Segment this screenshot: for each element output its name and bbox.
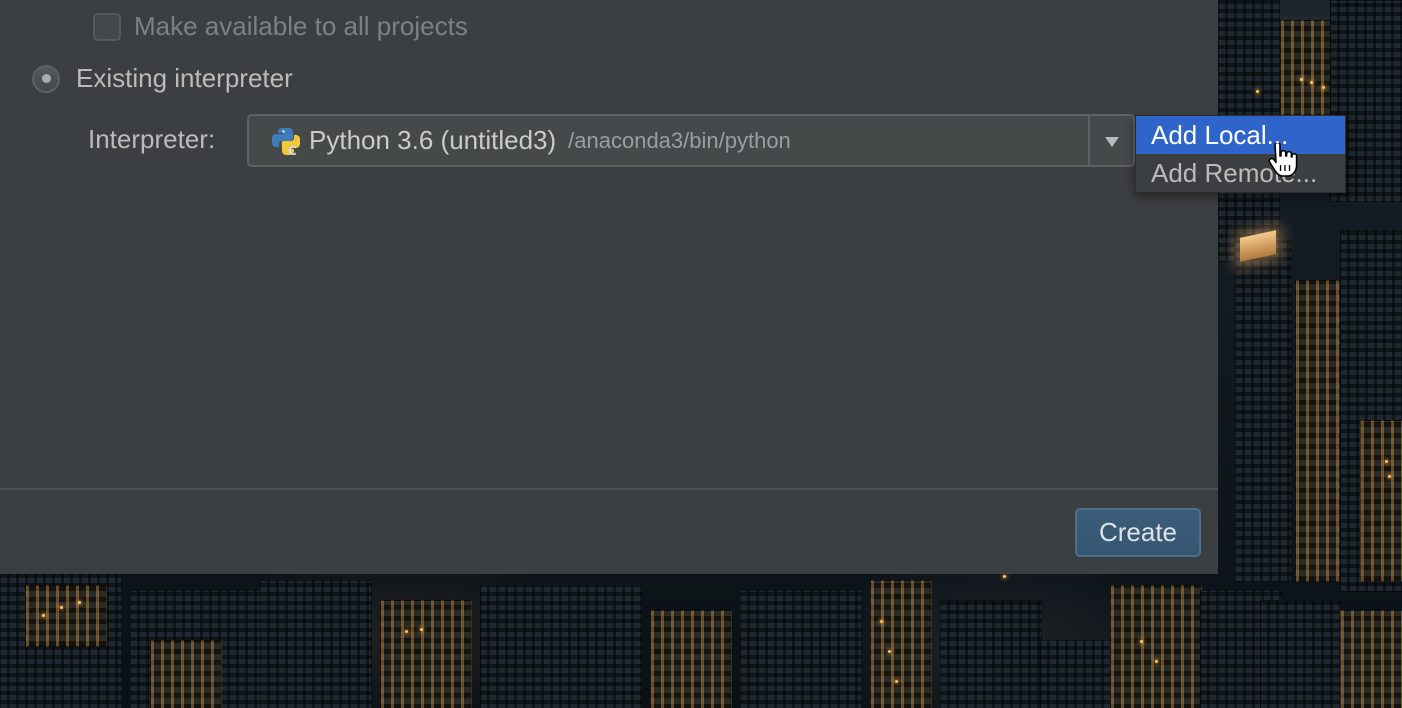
make-available-checkbox[interactable] xyxy=(93,12,121,41)
python-conda-icon: C xyxy=(271,126,301,156)
existing-interpreter-label: Existing interpreter xyxy=(76,63,293,93)
interpreter-path: /anaconda3/bin/python xyxy=(568,127,791,153)
create-button[interactable]: Create xyxy=(1075,508,1201,557)
interpreter-combobox[interactable]: C Python 3.6 (untitled3) /anaconda3/bin/… xyxy=(247,114,1135,167)
interpreter-selected-value: C Python 3.6 (untitled3) /anaconda3/bin/… xyxy=(271,116,791,165)
make-available-row[interactable]: Make available to all projects xyxy=(93,11,468,42)
footer-divider xyxy=(0,488,1218,490)
make-available-label: Make available to all projects xyxy=(134,11,468,41)
new-project-dialog: Make available to all projects Existing … xyxy=(0,0,1218,574)
add-interpreter-menu: Add Local... Add Remote... xyxy=(1135,115,1346,193)
existing-interpreter-row[interactable]: Existing interpreter xyxy=(32,63,293,94)
existing-interpreter-radio[interactable] xyxy=(32,64,60,93)
radio-selected-dot xyxy=(41,74,51,83)
menu-item-add-remote[interactable]: Add Remote... xyxy=(1136,154,1345,192)
chevron-down-icon[interactable] xyxy=(1088,116,1133,165)
interpreter-name: Python 3.6 (untitled3) xyxy=(309,125,557,155)
interpreter-label: Interpreter: xyxy=(88,124,216,154)
screen: Make available to all projects Existing … xyxy=(0,0,1402,708)
svg-text:C: C xyxy=(288,144,297,156)
menu-item-add-local[interactable]: Add Local... xyxy=(1136,116,1345,154)
